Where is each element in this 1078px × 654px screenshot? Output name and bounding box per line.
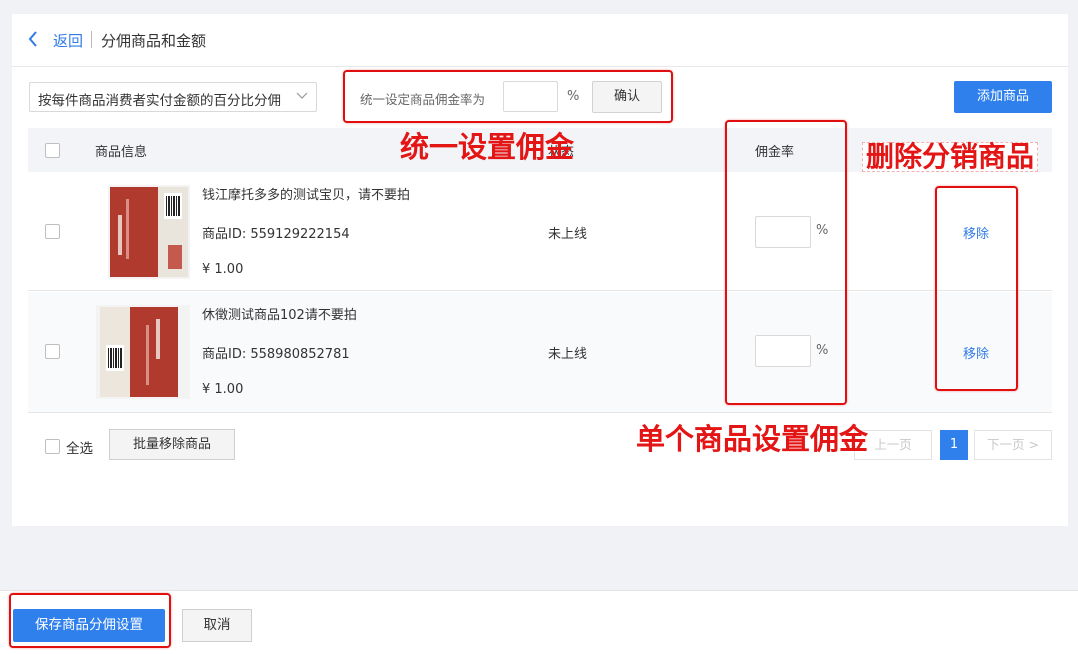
- product-id: 商品ID: 559129222154: [202, 227, 350, 242]
- product-price: ¥ 1.00: [202, 382, 244, 397]
- column-commission-rate: 佣金率: [755, 145, 795, 160]
- row-checkbox[interactable]: [45, 224, 60, 239]
- product-status: 未上线: [548, 347, 588, 362]
- select-all-label[interactable]: 全选: [66, 437, 93, 457]
- product-id: 商品ID: 558980852781: [202, 347, 350, 362]
- product-price: ¥ 1.00: [202, 262, 244, 277]
- page-header: 返回 分佣商品和金额: [12, 14, 1068, 67]
- prev-page-button[interactable]: 上一页: [854, 430, 932, 460]
- header-divider: [91, 31, 92, 48]
- column-product-info: 商品信息: [95, 145, 148, 160]
- row-rate-input[interactable]: [755, 335, 811, 367]
- next-page-button[interactable]: 下一页 >: [974, 430, 1052, 460]
- commission-mode-select[interactable]: 按每件商品消费者实付金额的百分比分佣: [29, 82, 317, 112]
- header-checkbox[interactable]: [45, 143, 60, 158]
- product-status: 未上线: [548, 227, 588, 242]
- main-card: 返回 分佣商品和金额 按每件商品消费者实付金额的百分比分佣 统一设定商品佣金率为…: [12, 14, 1068, 526]
- confirm-button[interactable]: 确认: [592, 81, 662, 113]
- page-number-current[interactable]: 1: [940, 430, 968, 460]
- product-thumbnail: [108, 185, 190, 279]
- remove-link[interactable]: 移除: [963, 223, 989, 242]
- save-settings-button[interactable]: 保存商品分佣设置: [13, 609, 165, 642]
- batch-remove-button[interactable]: 批量移除商品: [109, 429, 235, 460]
- table-row: 钱江摩托多多的测试宝贝，请不要拍 商品ID: 559129222154 ¥ 1.…: [28, 172, 1052, 291]
- chevron-down-icon: [296, 92, 308, 99]
- unified-rate-percent: %: [567, 89, 580, 104]
- product-name: 钱江摩托多多的测试宝贝，请不要拍: [202, 188, 411, 203]
- remove-link[interactable]: 移除: [963, 343, 989, 362]
- row-rate-percent: %: [816, 343, 829, 358]
- back-link[interactable]: 返回: [53, 30, 83, 51]
- add-product-button[interactable]: 添加商品: [954, 81, 1052, 113]
- column-status: 状态: [548, 145, 575, 160]
- row-rate-input[interactable]: [755, 216, 811, 248]
- cancel-button[interactable]: 取消: [182, 609, 252, 642]
- table-row: 休徵测试商品102请不要拍 商品ID: 558980852781 ¥ 1.00 …: [28, 292, 1052, 413]
- page-title: 分佣商品和金额: [101, 32, 207, 50]
- product-thumbnail: [96, 305, 190, 399]
- chevron-left-icon[interactable]: [28, 31, 38, 47]
- select-all-checkbox[interactable]: [45, 439, 60, 454]
- table-header: 商品信息 状态 佣金率: [28, 128, 1052, 173]
- commission-mode-value: 按每件商品消费者实付金额的百分比分佣: [38, 93, 281, 109]
- unified-rate-label: 统一设定商品佣金率为: [360, 92, 486, 107]
- row-rate-percent: %: [816, 223, 829, 238]
- product-table: 商品信息 状态 佣金率 钱江摩托多多的测试宝贝，请不要拍 商品ID: 55912…: [28, 128, 1052, 413]
- unified-rate-input[interactable]: [503, 81, 558, 112]
- footer-bar: 保存商品分佣设置 取消: [0, 590, 1078, 654]
- product-name: 休徵测试商品102请不要拍: [202, 308, 357, 323]
- row-checkbox[interactable]: [45, 344, 60, 359]
